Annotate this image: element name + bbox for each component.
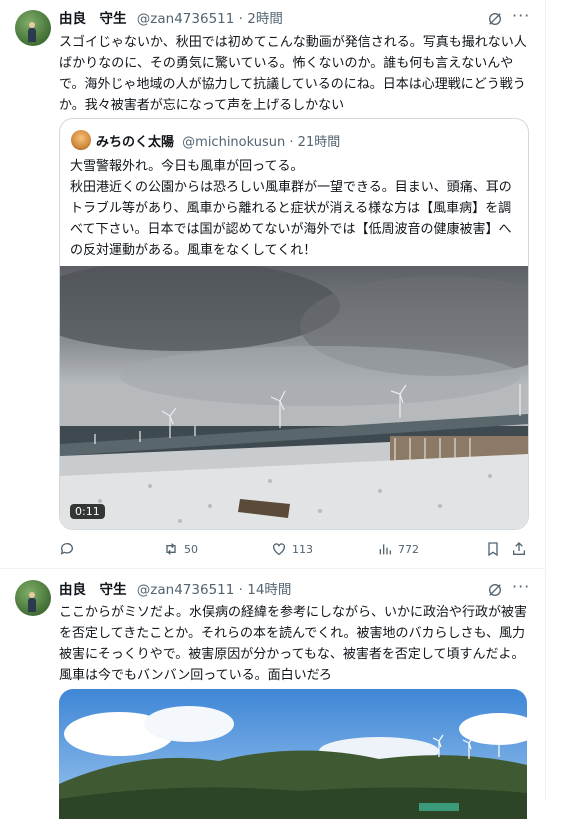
heart-icon — [273, 543, 285, 556]
like-button[interactable]: 113 — [271, 541, 313, 557]
author-handle[interactable]: @zan4736511 — [137, 11, 235, 27]
quote-author-name: みちのく太陽 — [96, 135, 175, 150]
avatar[interactable] — [15, 10, 51, 46]
more-icon[interactable]: ··· — [512, 6, 530, 25]
quote-author-handle: @michinokusun — [182, 135, 286, 150]
author-handle[interactable]: @zan4736511 — [137, 582, 235, 598]
tweet[interactable]: 由良 守生 @zan4736511 · 2時間 ··· スゴイじゃないか、秋田で… — [0, 0, 546, 572]
video-player[interactable]: 0:11 — [60, 266, 528, 529]
quote-header: みちのく太陽 @michinokusun · 21時間 — [96, 135, 341, 150]
grok-icon[interactable] — [487, 582, 503, 598]
tweet-time[interactable]: 14時間 — [247, 582, 291, 598]
quote-tweet[interactable]: みちのく太陽 @michinokusun · 21時間 大雪警報外れ。今日も風車… — [59, 118, 529, 530]
tweet-header: 由良 守生 @zan4736511 · 14時間 — [59, 582, 292, 598]
retweet-count: 50 — [184, 542, 198, 556]
like-count: 113 — [292, 542, 313, 556]
scrollbar[interactable] — [545, 0, 561, 800]
tweet-header: 由良 守生 @zan4736511 · 2時間 — [59, 11, 283, 27]
bookmark-button[interactable] — [485, 541, 501, 557]
quote-time: 21時間 — [297, 135, 341, 150]
bookmark-icon — [488, 542, 498, 557]
quote-text: 大雪警報外れ。今日も風車が回ってる。 秋田港近くの公園からは恐ろしい風車群が一望… — [70, 159, 512, 258]
tweet[interactable]: 由良 守生 @zan4736511 · 14時間 ··· ここからがミソだよ。水… — [0, 569, 546, 819]
share-icon — [513, 542, 525, 555]
tweet-actions: 50 113 772 — [59, 541, 529, 561]
reply-button[interactable] — [59, 541, 75, 557]
retweet-button[interactable]: 50 — [163, 541, 198, 557]
author-name[interactable]: 由良 守生 — [59, 582, 127, 598]
tweet-text: スゴイじゃないか、秋田では初めてこんな動画が発信される。写真も撮れない人ばかりな… — [59, 35, 527, 113]
views-icon — [379, 544, 391, 555]
tweet-text: ここからがミソだよ。水俣病の経緯を参考にしながら、いかに政治や行政が被害を否定し… — [59, 605, 528, 683]
video-thumbnail — [60, 266, 528, 529]
views-count: 772 — [398, 542, 419, 556]
share-button[interactable] — [511, 541, 527, 557]
quote-avatar[interactable] — [71, 130, 91, 150]
retweet-icon — [166, 543, 176, 555]
tweet-time[interactable]: 2時間 — [247, 11, 283, 27]
author-name[interactable]: 由良 守生 — [59, 11, 127, 27]
reply-icon — [60, 543, 73, 555]
avatar[interactable] — [15, 580, 51, 616]
grok-icon[interactable] — [487, 11, 503, 27]
video-duration: 0:11 — [70, 504, 105, 519]
views-button[interactable]: 772 — [377, 541, 419, 557]
more-icon[interactable]: ··· — [512, 577, 530, 596]
